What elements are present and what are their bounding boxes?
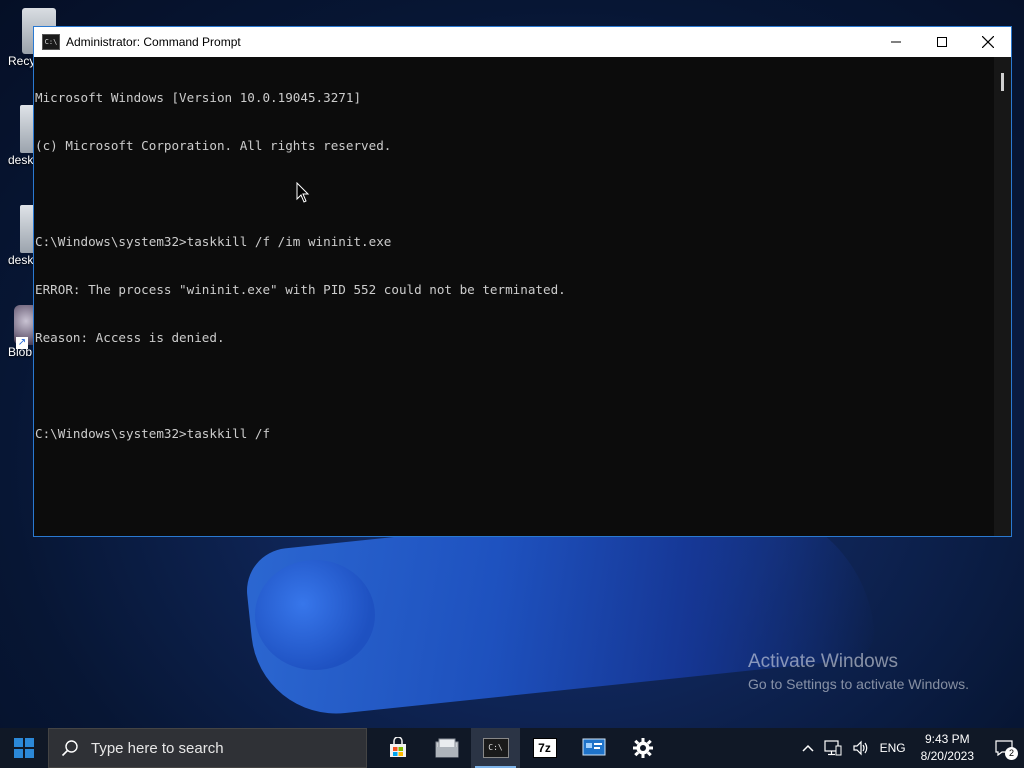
chevron-up-icon: [802, 744, 814, 752]
minimize-icon: [891, 41, 901, 43]
clock-date: 8/20/2023: [920, 749, 974, 763]
console-line: ERROR: The process "wininit.exe" with PI…: [35, 282, 566, 297]
network-status[interactable]: [819, 728, 847, 768]
wallpaper-swoosh-end: [255, 560, 375, 670]
search-icon: [61, 740, 78, 757]
activate-windows-watermark: Activate Windows Go to Settings to activ…: [748, 651, 969, 692]
action-center-button[interactable]: 2: [984, 728, 1024, 768]
minimize-button[interactable]: [873, 27, 919, 57]
network-icon: [823, 740, 842, 756]
show-hidden-icons-button[interactable]: [797, 728, 819, 768]
notification-count-badge: 2: [1005, 747, 1018, 760]
gear-icon: [632, 738, 653, 758]
cmd-icon: C:\: [42, 34, 60, 50]
7zip-icon: 7z: [532, 738, 557, 758]
console-line: Reason: Access is denied.: [35, 330, 225, 345]
console-input-line[interactable]: C:\Windows\system32>taskkill /f: [35, 426, 994, 442]
console-output[interactable]: Microsoft Windows [Version 10.0.19045.32…: [34, 57, 994, 536]
watermark-title: Activate Windows: [748, 651, 898, 672]
taskbar-app-7zip[interactable]: 7z: [520, 728, 569, 768]
volume-control[interactable]: [847, 728, 875, 768]
close-button[interactable]: [965, 27, 1011, 57]
command-prompt-window[interactable]: C:\ Administrator: Command Prompt Micros…: [33, 26, 1012, 537]
taskbar-clock[interactable]: 9:43 PM 8/20/2023: [911, 731, 984, 765]
vertical-scrollbar[interactable]: [994, 57, 1011, 536]
search-input[interactable]: [89, 738, 343, 758]
system-tray: ENG 9:43 PM 8/20/2023 2: [797, 728, 1024, 768]
watermark-subtitle: Go to Settings to activate Windows.: [748, 676, 969, 692]
maximize-icon: [937, 37, 947, 47]
console-line: C:\Windows\system32>taskkill /f /im wini…: [35, 234, 392, 249]
folder-icon: [435, 738, 458, 758]
taskbar-app-command-prompt[interactable]: C:\: [471, 728, 520, 768]
scrollbar-thumb[interactable]: [1001, 73, 1004, 91]
taskbar-app-control-panel[interactable]: [569, 728, 618, 768]
start-button[interactable]: [0, 728, 48, 768]
mouse-cursor-icon: [296, 182, 310, 203]
store-icon: [389, 737, 406, 757]
input-language[interactable]: ENG: [875, 728, 911, 768]
taskbar-search[interactable]: [48, 728, 367, 768]
shortcut-arrow-icon: ↗: [16, 337, 28, 349]
window-titlebar[interactable]: C:\ Administrator: Command Prompt: [34, 27, 1011, 57]
taskbar-app-settings[interactable]: [618, 728, 667, 768]
clock-time: 9:43 PM: [924, 732, 970, 746]
taskbar-app-store[interactable]: [373, 728, 422, 768]
window-title: Administrator: Command Prompt: [66, 35, 241, 49]
console-line: Microsoft Windows [Version 10.0.19045.32…: [35, 90, 362, 105]
window-controls: [873, 27, 1011, 57]
speaker-icon: [852, 740, 867, 756]
taskbar-app-file-explorer[interactable]: [422, 728, 471, 768]
cmd-icon: C:\: [482, 738, 509, 758]
taskbar: C:\ 7z: [0, 728, 1024, 768]
control-panel-icon: [582, 738, 605, 756]
console-line: (c) Microsoft Corporation. All rights re…: [35, 138, 392, 153]
close-icon: [982, 36, 994, 48]
maximize-button[interactable]: [919, 27, 965, 57]
windows-logo-icon: [14, 738, 34, 758]
